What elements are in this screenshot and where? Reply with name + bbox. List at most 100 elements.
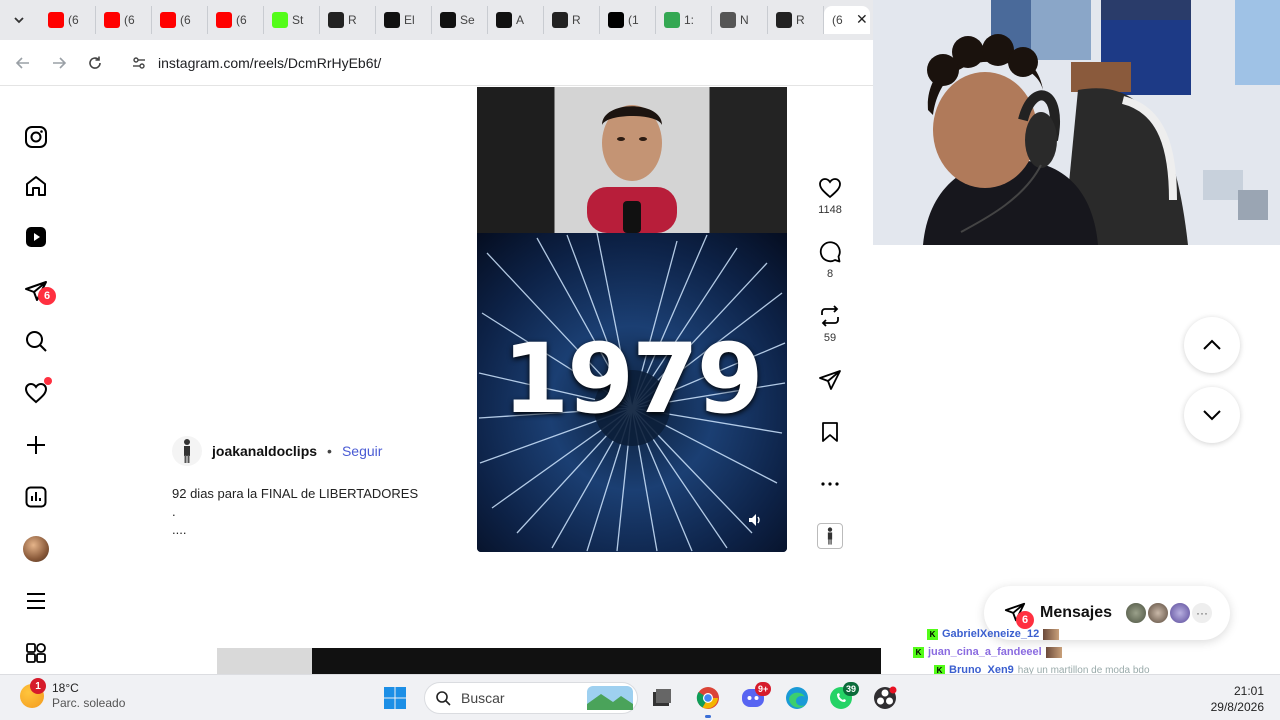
volume-icon[interactable] — [747, 512, 767, 532]
post-author-row: joakanaldoclips • Seguir — [172, 436, 382, 466]
webcam-scene — [873, 0, 1280, 245]
reel-video[interactable]: 1979 — [477, 87, 787, 552]
tab-label: (6 — [180, 13, 191, 27]
browser-tab[interactable]: (6 — [152, 6, 208, 34]
share-send-icon[interactable] — [818, 368, 842, 392]
soccer-ball-icon — [496, 12, 512, 28]
instagram-logo-icon[interactable] — [20, 121, 52, 153]
youtube-icon — [48, 12, 64, 28]
more-dots-icon[interactable] — [818, 472, 842, 496]
share-action — [810, 368, 850, 392]
messages-icon[interactable]: 6 — [20, 275, 56, 307]
windows-start-icon[interactable] — [381, 684, 409, 712]
reload-button[interactable] — [84, 52, 106, 74]
emote-icon — [1043, 628, 1060, 640]
taskbar-search[interactable]: Buscar — [424, 682, 638, 714]
tab-label: (6 — [832, 13, 843, 27]
url-field[interactable]: instagram.com/reels/DcmRrHyEb6t/ — [158, 55, 381, 71]
messages-label: Mensajes — [1040, 604, 1113, 621]
browser-tab[interactable]: R — [768, 6, 824, 34]
tab-label: A — [516, 13, 525, 27]
notification-dot — [44, 377, 52, 385]
browser-tab[interactable]: (6 — [208, 6, 264, 34]
dashboard-icon[interactable] — [20, 481, 52, 513]
browser-tab[interactable]: El — [376, 6, 432, 34]
weather-badge: 1 — [30, 678, 46, 694]
save-action — [810, 420, 850, 444]
like-action: 1148 — [810, 176, 850, 216]
tab-label: 1: — [684, 13, 695, 27]
obs-icon[interactable] — [871, 684, 899, 712]
back-button[interactable] — [12, 52, 34, 74]
whatsapp-icon[interactable]: 39 — [827, 682, 860, 712]
bookmark-icon[interactable] — [818, 420, 842, 444]
address-bar-row: instagram.com/reels/DcmRrHyEb6t/ — [0, 40, 874, 86]
heart-icon[interactable] — [818, 176, 842, 200]
next-reel-preview[interactable] — [217, 648, 881, 674]
browser-tab[interactable]: R — [320, 6, 376, 34]
browser-tab[interactable]: (1 — [600, 6, 656, 34]
caption-line: .... — [172, 522, 187, 537]
tab-label: R — [348, 13, 357, 27]
browser-tab[interactable]: (6 — [40, 6, 96, 34]
discord-icon[interactable]: 9+ — [739, 682, 772, 712]
create-plus-icon[interactable] — [20, 429, 52, 461]
follow-button[interactable]: Seguir — [342, 443, 382, 459]
avatar — [1146, 601, 1170, 625]
tab-search-dropdown-button[interactable] — [8, 9, 30, 31]
home-icon[interactable] — [20, 170, 52, 202]
reels-icon[interactable] — [20, 221, 52, 253]
profile-avatar[interactable] — [20, 533, 52, 565]
caption-line: 92 dias para la FINAL de LIBERTADORES — [172, 486, 419, 501]
audio-thumbnail[interactable] — [817, 523, 843, 549]
browser-tab[interactable]: (6 — [96, 6, 152, 34]
instagram-sidebar: 6 — [0, 87, 72, 673]
site-settings-button[interactable] — [128, 52, 150, 74]
presenter-figure — [587, 105, 677, 233]
search-icon[interactable] — [20, 325, 52, 357]
whatsapp-badge: 39 — [843, 682, 860, 696]
forward-button[interactable] — [48, 52, 70, 74]
chrome-icon[interactable] — [694, 684, 722, 712]
x-icon — [608, 12, 624, 28]
edge-icon[interactable] — [783, 684, 811, 712]
tab-label: St — [292, 13, 304, 27]
chevron-down-icon — [1203, 410, 1221, 421]
menu-icon[interactable] — [20, 585, 52, 617]
weather-widget[interactable]: 1 18°C Parc. soleado — [20, 678, 125, 711]
video-camera-segment — [477, 87, 787, 233]
browser-tab[interactable]: Se — [432, 6, 488, 34]
previous-reel-button[interactable] — [1184, 317, 1240, 373]
youtube-icon — [160, 12, 176, 28]
messages-badge: 6 — [38, 287, 56, 305]
file-explorer-icon[interactable] — [648, 684, 676, 712]
tab-label: (6 — [124, 13, 135, 27]
shield-icon — [552, 12, 568, 28]
audio-thumbnail-action — [810, 523, 850, 549]
video-overlay-year: 1979 — [502, 323, 763, 435]
clock-time: 21:01 — [1233, 684, 1264, 698]
shield-icon — [328, 12, 344, 28]
close-tab-icon[interactable]: ✕ — [856, 11, 868, 28]
also-from-meta-icon[interactable] — [20, 637, 52, 669]
author-username[interactable]: joakanaldoclips — [212, 443, 317, 459]
comment-count: 8 — [826, 268, 834, 280]
caption-line: . — [172, 504, 176, 519]
browser-tab[interactable]: N — [712, 6, 768, 34]
next-reel-button[interactable] — [1184, 387, 1240, 443]
tab-label: N — [740, 13, 749, 27]
comment-icon[interactable] — [818, 240, 842, 264]
browser-tab[interactable]: 1: — [656, 6, 712, 34]
repost-icon[interactable] — [818, 304, 842, 328]
browser-tab[interactable]: A — [488, 6, 544, 34]
messages-icon: 6 — [1004, 601, 1034, 629]
sun-cloud-icon: 1 — [20, 678, 46, 708]
repost-action: 59 — [810, 304, 850, 344]
author-avatar[interactable] — [172, 436, 202, 466]
maps-pin-icon — [664, 12, 680, 28]
windows-taskbar: 1 18°C Parc. soleado Buscar 9+ 39 21:01 … — [0, 674, 1280, 720]
notifications-heart-icon[interactable] — [20, 377, 52, 409]
browser-tab[interactable]: R — [544, 6, 600, 34]
system-clock[interactable]: 21:01 29/8/2026 — [1180, 683, 1264, 715]
browser-tab[interactable]: St — [264, 6, 320, 34]
